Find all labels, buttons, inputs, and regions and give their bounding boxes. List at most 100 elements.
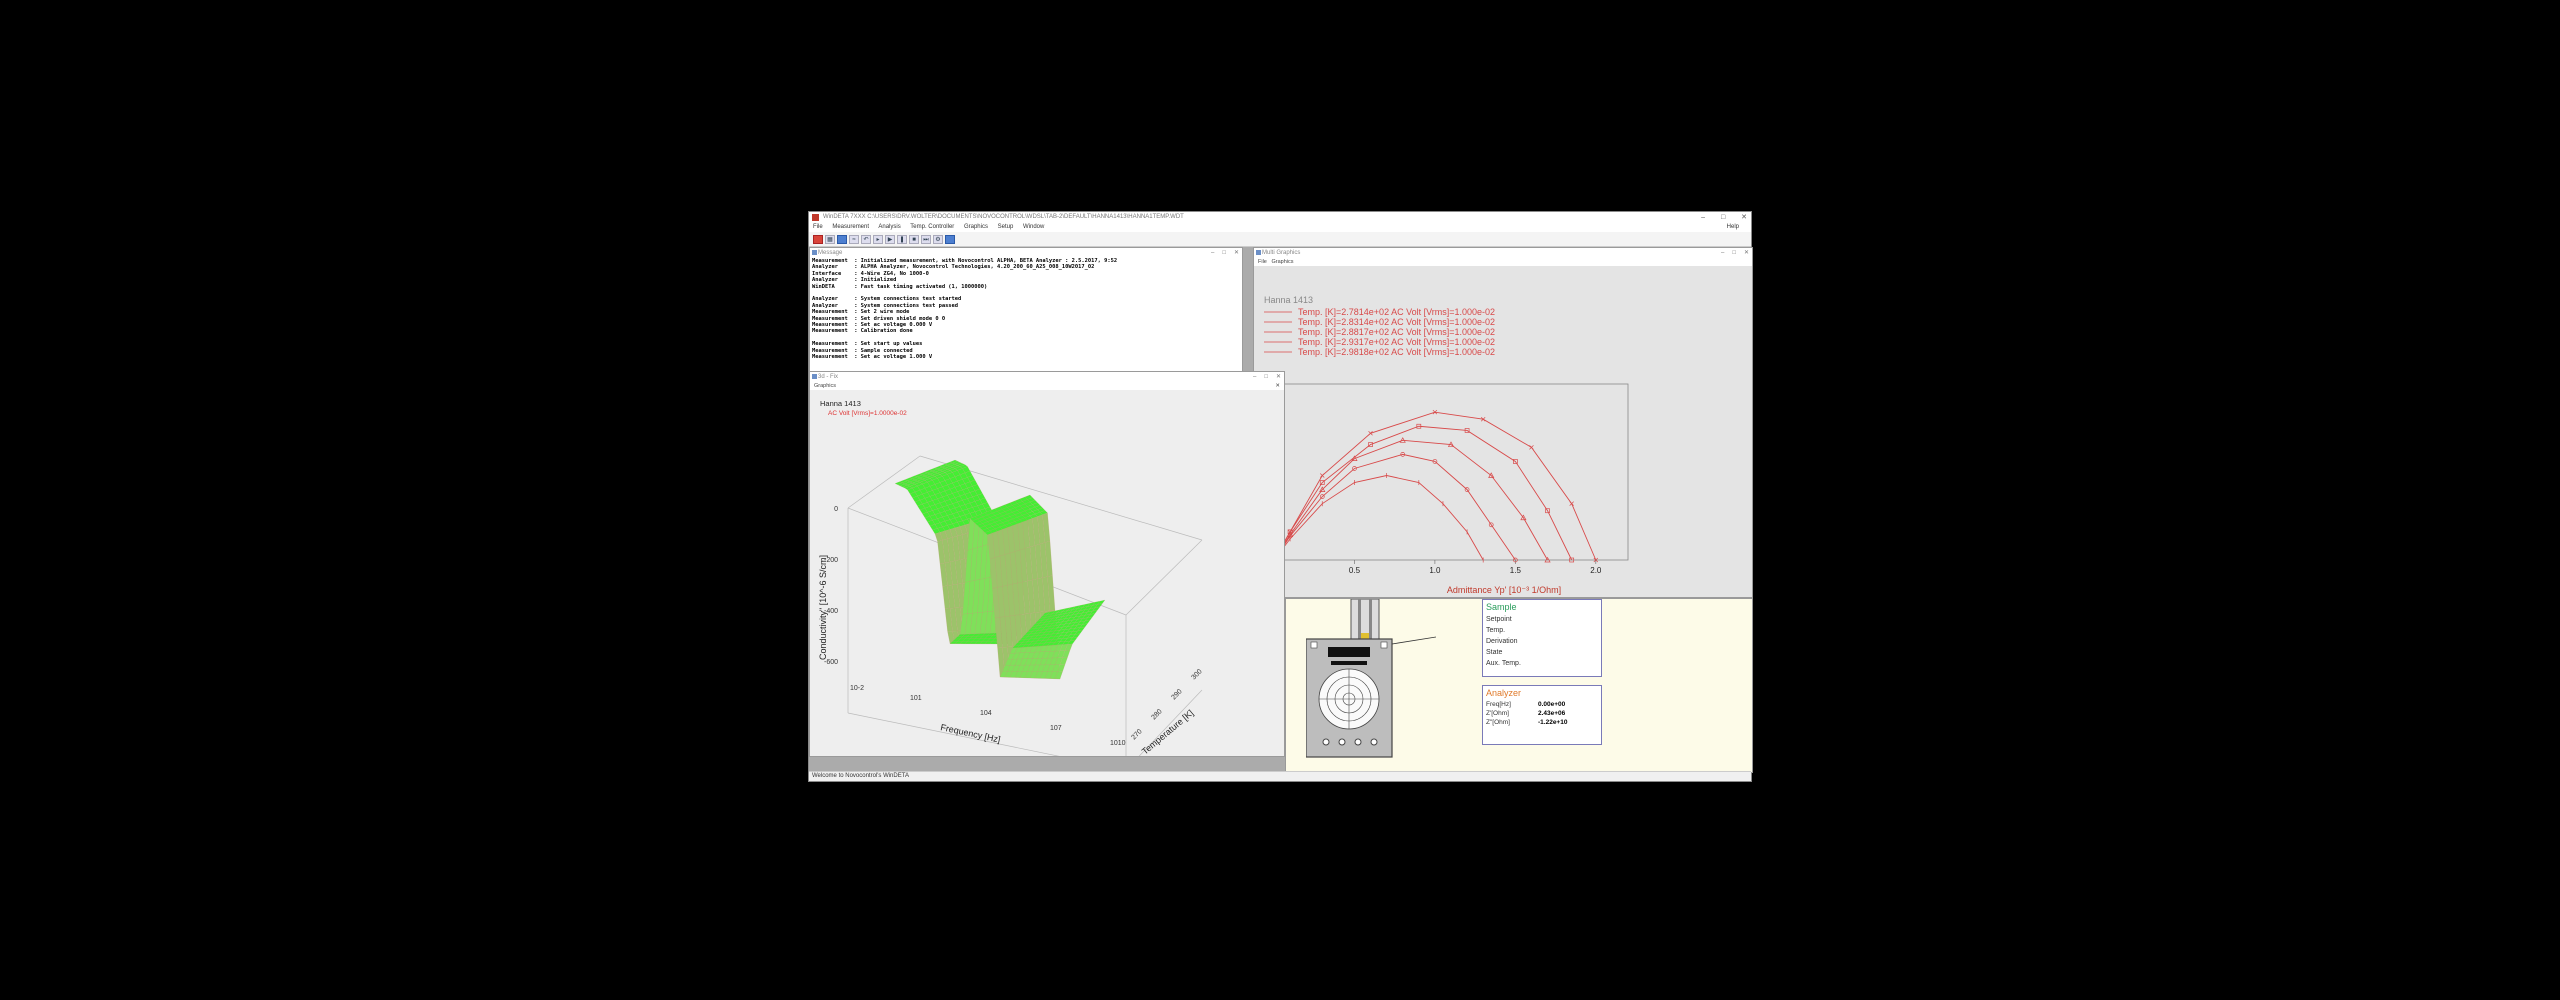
menu-graphics[interactable]: Graphics <box>964 224 988 230</box>
graphics-3d-menu: Graphics ✕ <box>810 382 1284 390</box>
data-point <box>1569 501 1574 506</box>
x-tick-label: 1.0 <box>1429 566 1441 575</box>
sample-row-derivation: Derivation <box>1486 638 1518 645</box>
surface-x-label: Frequency [Hz] <box>940 722 1002 744</box>
legend-entry: Temp. [K]=2.9317e+02 AC Volt [Vrms]=1.00… <box>1298 337 1495 347</box>
main-window-title: WinDETA 7XXX C:\USERS\DRV.WOLTER\DOCUMEN… <box>823 214 1184 220</box>
analyzer-key: Freq[Hz] <box>1486 701 1511 708</box>
graph-icon[interactable]: ≈ <box>849 234 859 244</box>
menu-help[interactable]: Help <box>1727 223 1739 232</box>
surface-3d-plot[interactable]: Hanna 1413 AC Volt [Vrms]=1.0000e-02 0 -… <box>810 390 1284 756</box>
close-icon[interactable]: ✕ <box>1234 250 1239 256</box>
analyzer-row-z-real: Z'[Ohm] 2.43e+06 <box>1483 709 1601 718</box>
x-tick-label: 1.5 <box>1510 566 1522 575</box>
graphics-3d-title: 3d - Fix <box>818 374 839 380</box>
analyzer-key: Z'[Ohm] <box>1486 710 1509 717</box>
minimize-icon[interactable]: – <box>1253 374 1256 380</box>
x-tick: 101 <box>910 695 922 702</box>
admittance-plot[interactable]: Hanna 1413 Temp. [K]=2.7814e+02 AC Volt … <box>1254 267 1752 597</box>
message-log: Measurement : Initialized measurement, w… <box>810 258 1242 361</box>
step-icon[interactable]: ▸ <box>873 234 883 244</box>
message-window-titlebar: Message – □ ✕ <box>810 248 1242 258</box>
menu-temp-controller[interactable]: Temp. Controller <box>910 224 954 230</box>
app-logo-icon <box>812 214 819 221</box>
multi-graphics-window: Multi Graphics – □ ✕ File Graphics Hanna 1… <box>1253 247 1753 598</box>
x-tick: 107 <box>1050 725 1062 732</box>
y-tick: 300 <box>1190 668 1203 681</box>
sample-info-box: Sample Setpoint Temp. Derivation State A… <box>1482 599 1602 677</box>
settings-icon[interactable]: ⚙ <box>933 234 943 244</box>
sample-row-setpoint: Setpoint <box>1486 616 1512 623</box>
minimize-icon[interactable]: – <box>1211 250 1214 256</box>
forward-icon[interactable]: ⏭ <box>921 234 931 244</box>
info-icon[interactable] <box>837 234 847 244</box>
menu-setup[interactable]: Setup <box>998 224 1014 230</box>
surface-sample-name: Hanna 1413 <box>820 399 861 408</box>
sample-row-state: State <box>1486 649 1503 656</box>
window-icon <box>812 374 817 379</box>
undo-icon[interactable]: ↶ <box>861 234 871 244</box>
table-icon[interactable]: ▦ <box>825 234 835 244</box>
start-icon[interactable]: ▶ <box>885 234 895 244</box>
close-icon[interactable]: ✕ <box>1744 250 1749 256</box>
menu-file[interactable]: File <box>813 224 823 230</box>
graphics-3d-window: 3d - Fix – □ ✕ Graphics ✕ Hanna 1413 AC Vo… <box>809 371 1285 757</box>
windeta-main-window: WinDETA 7XXX C:\USERS\DRV.WOLTER\DOCUMEN… <box>808 211 1753 782</box>
sample-title: Sample <box>1486 602 1517 612</box>
maximize-icon[interactable]: □ <box>1264 374 1268 380</box>
sample-row-temp: Temp. <box>1486 627 1506 634</box>
main-window-controls: – □ ✕ <box>1687 212 1747 223</box>
menu-analysis[interactable]: Analysis <box>878 224 900 230</box>
maximize-icon[interactable]: □ <box>1721 214 1725 221</box>
legend-entry: Temp. [K]=2.7814e+02 AC Volt [Vrms]=1.00… <box>1298 307 1495 317</box>
monitor-icon[interactable] <box>945 234 955 244</box>
stop-icon[interactable]: ■ <box>909 234 919 244</box>
window-icon <box>1256 250 1261 255</box>
close-icon[interactable]: ✕ <box>1741 214 1747 221</box>
maximize-icon[interactable]: □ <box>1222 250 1226 256</box>
close-icon[interactable]: ✕ <box>1276 374 1281 380</box>
analyzer-value: 2.43e+06 <box>1538 710 1566 717</box>
legend-entry: Temp. [K]=2.8314e+02 AC Volt [Vrms]=1.00… <box>1298 317 1495 327</box>
plot-legend: Temp. [K]=2.7814e+02 AC Volt [Vrms]=1.00… <box>1264 307 1495 357</box>
mdi-workspace: Message – □ ✕ Measurement : Initialized me… <box>809 247 1753 773</box>
legend-entry: Temp. [K]=2.9818e+02 AC Volt [Vrms]=1.00… <box>1298 347 1495 357</box>
analyzer-value: 0.00e+00 <box>1538 701 1566 708</box>
menu-graphics[interactable]: Graphics <box>1271 259 1293 265</box>
data-point <box>1320 473 1325 478</box>
series-line <box>1273 439 1548 561</box>
menu-measurement[interactable]: Measurement <box>832 224 869 230</box>
plot-grid <box>1273 405 1597 564</box>
data-point <box>1529 445 1534 450</box>
pause-icon[interactable]: ❚ <box>897 234 907 244</box>
record-icon[interactable] <box>813 234 823 244</box>
plot-sample-name: Hanna 1413 <box>1264 295 1313 305</box>
surface-param: AC Volt [Vrms]=1.0000e-02 <box>828 410 907 417</box>
multi-graphics-menu: File Graphics <box>1254 258 1752 266</box>
plot-series <box>1270 409 1599 563</box>
maximize-icon[interactable]: □ <box>1732 250 1736 256</box>
x-tick: 10-2 <box>850 685 864 692</box>
sample-row-aux-temp: Aux. Temp. <box>1486 660 1521 667</box>
minimize-icon[interactable]: – <box>1721 250 1724 256</box>
menu-file[interactable]: File <box>1258 259 1267 265</box>
analyzer-row-freq: Freq[Hz] 0.00e+00 <box>1483 700 1601 709</box>
minimize-icon[interactable]: – <box>1701 214 1705 221</box>
analyzer-key: Z"[Ohm] <box>1486 719 1510 726</box>
sample-cell-icon <box>1306 599 1436 758</box>
multi-graphics-titlebar: Multi Graphics – □ ✕ <box>1254 248 1752 258</box>
menu-window[interactable]: Window <box>1023 224 1044 230</box>
x-tick-label: 2.0 <box>1590 566 1602 575</box>
main-menu-bar: File Measurement Analysis Temp. Controll… <box>809 223 1751 232</box>
main-title-bar: WinDETA 7XXX C:\USERS\DRV.WOLTER\DOCUMEN… <box>809 212 1751 223</box>
close-icon[interactable]: ✕ <box>1275 382 1280 390</box>
message-window-title: Message <box>818 250 843 256</box>
plot-x-label: Admittance Yp' [10⁻³ 1/Ohm] <box>1447 585 1561 595</box>
analyzer-row-z-imag: Z"[Ohm] -1.22e+10 <box>1483 718 1601 727</box>
data-point <box>1287 529 1293 535</box>
window-icon <box>812 250 817 255</box>
menu-graphics[interactable]: Graphics <box>814 383 836 389</box>
plot-frame <box>1273 383 1629 561</box>
x-tick: 104 <box>980 710 992 717</box>
y-tick: 270 <box>1130 728 1143 741</box>
